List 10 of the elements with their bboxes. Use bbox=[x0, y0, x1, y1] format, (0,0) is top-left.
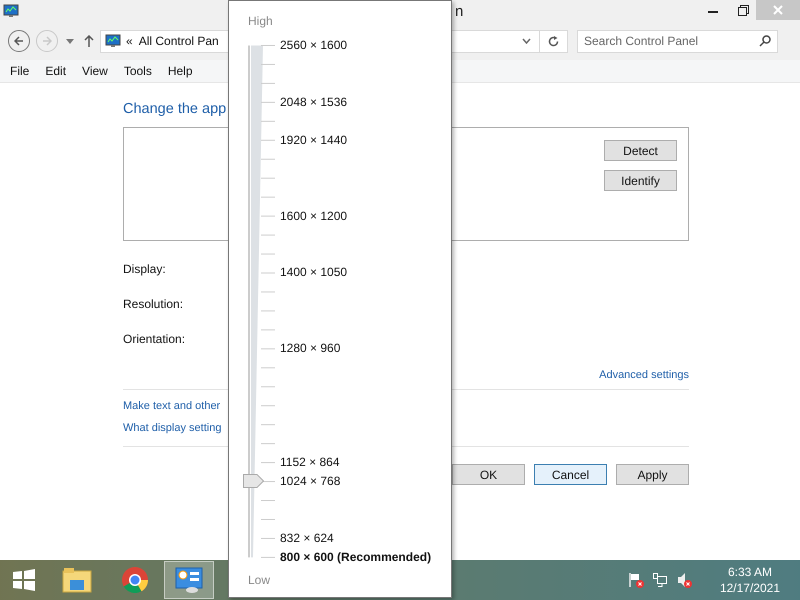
clock-time: 6:33 AM bbox=[728, 565, 772, 579]
page-heading: Change the app bbox=[123, 101, 226, 117]
field-label: Display: bbox=[123, 262, 166, 276]
address-text: All Control Pan bbox=[138, 34, 219, 48]
clock-date: 12/17/2021 bbox=[720, 581, 780, 595]
field-label: Orientation: bbox=[123, 332, 186, 346]
low-label: Low bbox=[248, 573, 270, 588]
high-label: High bbox=[248, 14, 273, 29]
window-title: n bbox=[455, 2, 464, 20]
field-label: Resolution: bbox=[123, 297, 184, 311]
